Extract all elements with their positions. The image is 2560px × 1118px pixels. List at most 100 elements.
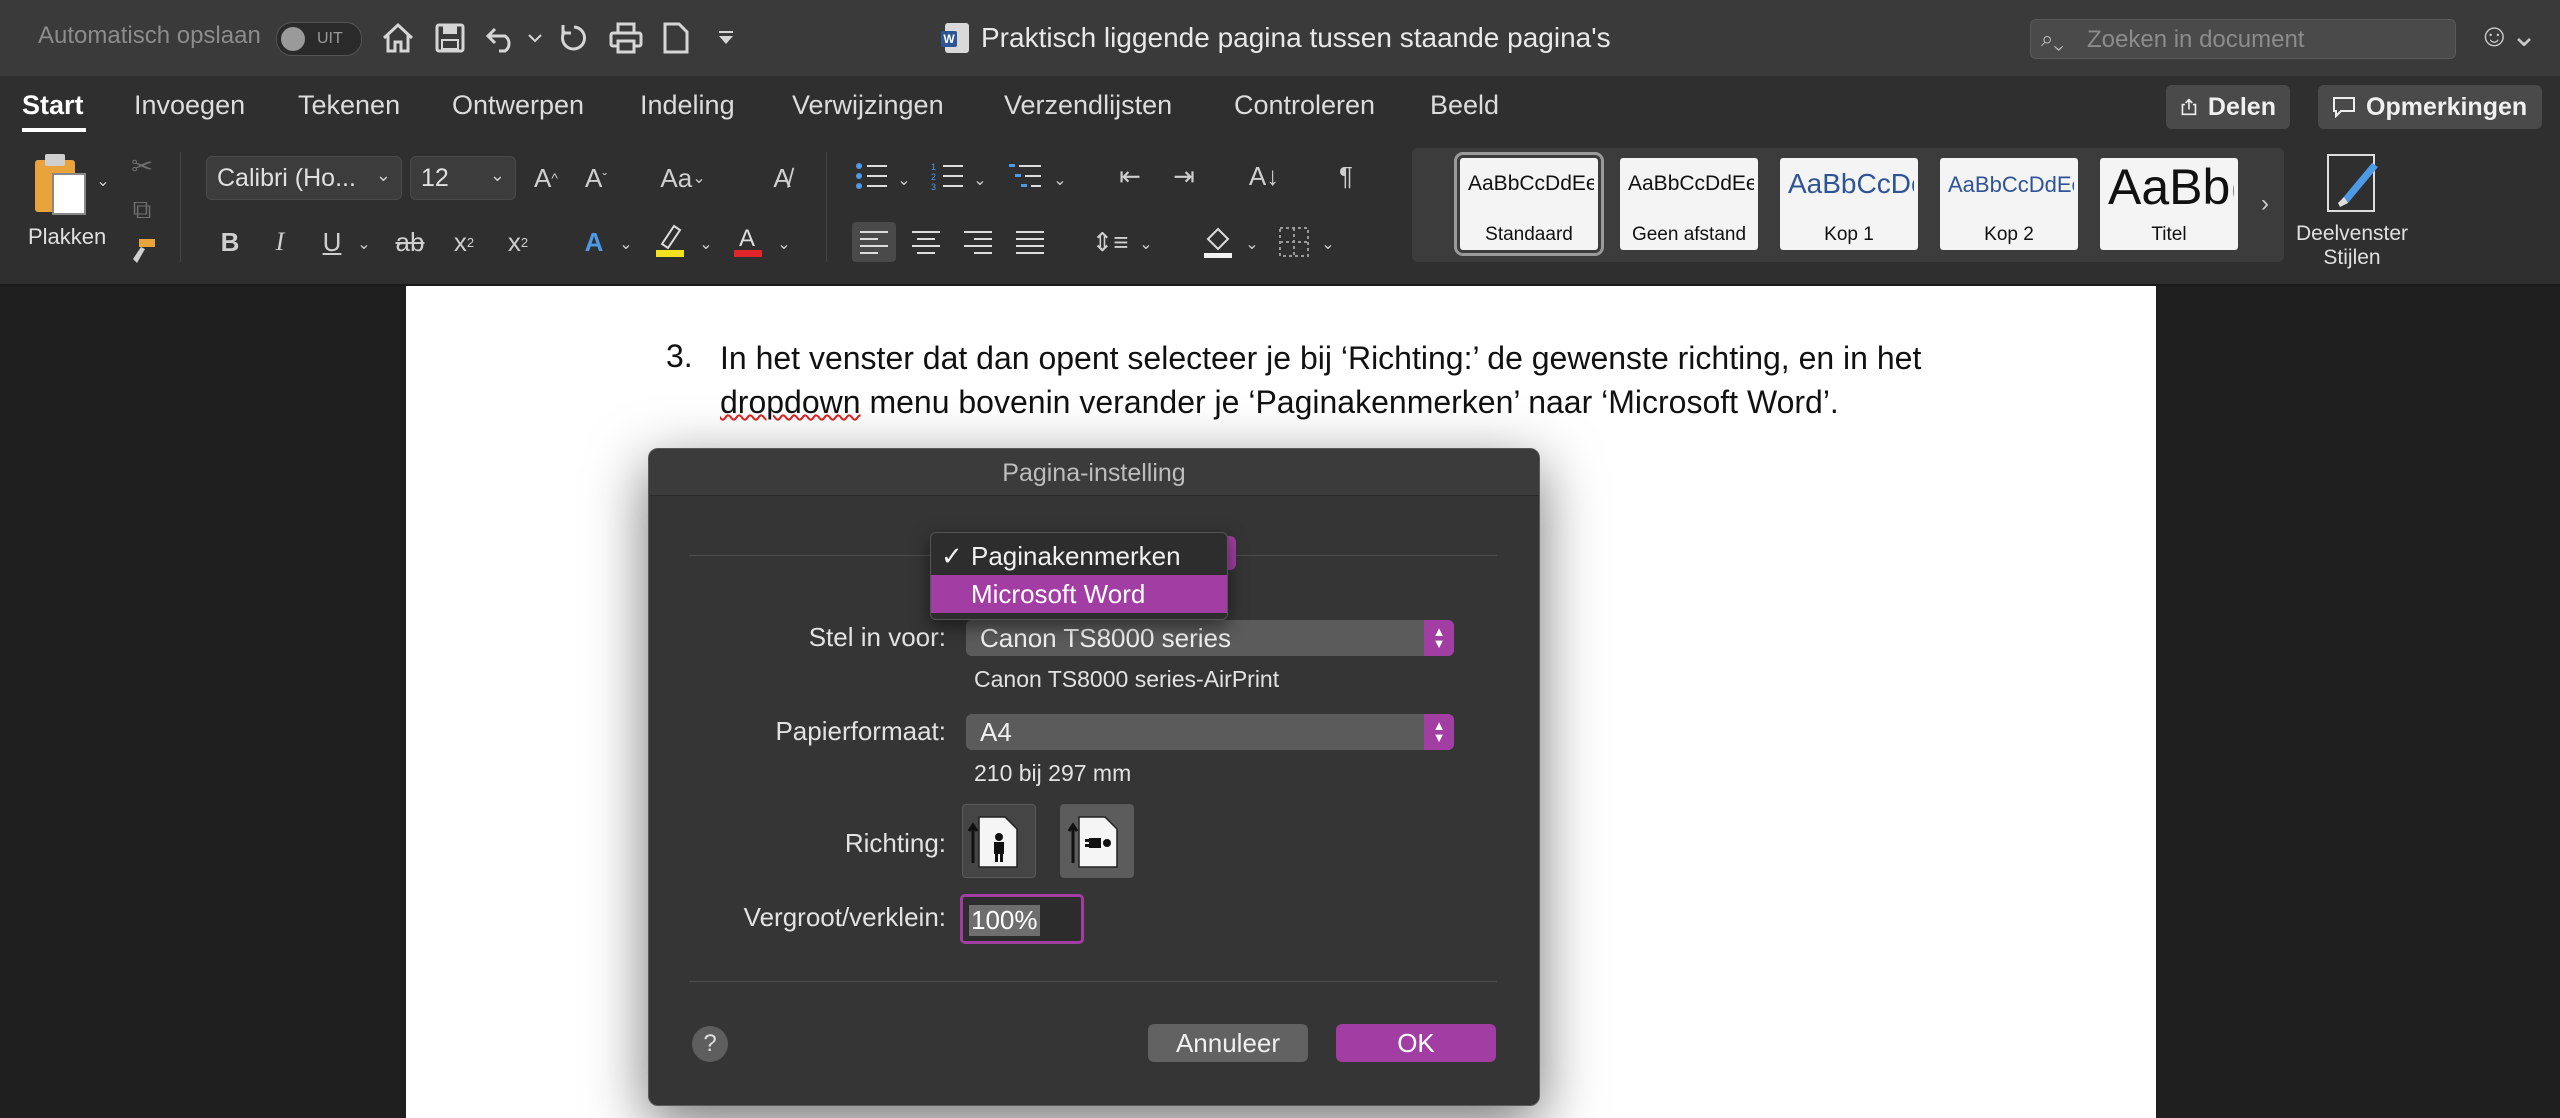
customize-toolbar-icon[interactable] (704, 16, 748, 60)
increase-indent-icon[interactable]: ⇥ (1164, 156, 1204, 196)
shading-options-icon[interactable]: ⌄ (1242, 226, 1262, 262)
print-icon[interactable] (604, 16, 648, 60)
tab-ontwerpen[interactable]: Ontwerpen (452, 90, 584, 121)
format-for-select[interactable]: Canon TS8000 series ▲ ▼ (966, 620, 1454, 656)
share-button[interactable]: Delen (2166, 85, 2290, 129)
cut-icon[interactable]: ✂ (124, 148, 160, 184)
decrease-font-size-icon[interactable]: Aˇ (578, 158, 614, 198)
paste-icon[interactable] (28, 150, 92, 220)
search-field[interactable]: ⌕⌄ Zoeken in document (2030, 19, 2456, 59)
numbering-icon[interactable]: 123 (928, 156, 968, 196)
style-titel[interactable]: AaBb( Titel (2100, 158, 2238, 250)
font-name-select[interactable]: Calibri (Ho... ⌄ (206, 156, 402, 200)
style-kop-2[interactable]: AaBbCcDdEe Kop 2 (1940, 158, 2078, 250)
tab-invoegen[interactable]: Invoegen (134, 90, 245, 121)
tab-start[interactable]: Start (22, 90, 84, 121)
tab-controleren[interactable]: Controleren (1234, 90, 1375, 121)
paper-size-value: A4 (980, 716, 1012, 747)
clear-formatting-icon[interactable]: A̸ (762, 158, 802, 198)
menu-item-paginakenmerken[interactable]: ✓ Paginakenmerken (931, 537, 1227, 575)
subscript-icon[interactable]: x2 (446, 222, 482, 262)
format-for-label: Stel in voor: (808, 622, 946, 652)
superscript-icon[interactable]: x2 (500, 222, 536, 262)
tab-verzendlijsten[interactable]: Verzendlijsten (1004, 90, 1172, 121)
landscape-orientation-button[interactable] (1060, 804, 1134, 878)
home-icon[interactable] (376, 16, 420, 60)
increase-font-size-icon[interactable]: A ^ (528, 158, 564, 198)
undo-dropdown-icon[interactable] (520, 16, 550, 60)
text-effects-options-icon[interactable]: ⌄ (616, 226, 636, 262)
underline-options-icon[interactable]: ⌄ (354, 226, 374, 262)
autosave-label: Automatisch opslaan (38, 22, 261, 49)
highlight-color-icon[interactable] (652, 218, 688, 262)
paste-options-icon[interactable]: ⌄ (92, 170, 114, 192)
align-left-icon[interactable] (852, 222, 896, 262)
tab-verwijzingen[interactable]: Verwijzingen (792, 90, 944, 121)
copy-icon[interactable]: ⧉ (124, 192, 160, 228)
bold-icon[interactable]: B (212, 222, 248, 262)
comments-button[interactable]: Opmerkingen (2318, 85, 2542, 129)
font-size-select[interactable]: 12 ⌄ (410, 156, 516, 200)
decrease-indent-icon[interactable]: ⇤ (1110, 156, 1150, 196)
save-icon[interactable] (428, 16, 472, 60)
sort-icon[interactable]: A↓ (1244, 156, 1284, 196)
highlight-options-icon[interactable]: ⌄ (696, 226, 716, 262)
ribbon-separator (826, 152, 827, 262)
borders-icon[interactable] (1274, 220, 1314, 264)
paper-size-select[interactable]: A4 ▲ ▼ (966, 714, 1454, 750)
font-size-value: 12 (421, 163, 449, 192)
document-paragraph[interactable]: In het venster dat dan opent selecteer j… (720, 336, 2020, 424)
styles-pane-icon[interactable] (2322, 150, 2386, 216)
style-kop-1[interactable]: AaBbCcDc Kop 1 (1780, 158, 1918, 250)
font-color-options-icon[interactable]: ⌄ (774, 226, 794, 262)
portrait-orientation-icon (967, 816, 1018, 868)
style-standaard[interactable]: AaBbCcDdEe Standaard (1454, 152, 1604, 256)
numbering-options-icon[interactable]: ⌄ (970, 162, 990, 198)
justify-icon[interactable] (1010, 222, 1050, 262)
cancel-button[interactable]: Annuleer (1148, 1024, 1308, 1062)
bullets-icon[interactable] (852, 156, 892, 196)
svg-text:3: 3 (931, 182, 936, 190)
autosave-toggle[interactable]: UIT (276, 22, 362, 56)
text-effects-icon[interactable]: A (576, 222, 612, 262)
line-spacing-icon[interactable]: ⇕≡ (1090, 222, 1130, 262)
tab-tekenen[interactable]: Tekenen (298, 90, 400, 121)
format-painter-icon[interactable] (124, 234, 160, 270)
share-icon (2181, 98, 2197, 116)
help-button[interactable]: ? (692, 1026, 728, 1062)
underline-icon[interactable]: U (314, 222, 350, 262)
shading-icon[interactable] (1198, 220, 1238, 264)
ok-button[interactable]: OK (1336, 1024, 1496, 1062)
scale-input[interactable]: 100% (960, 894, 1084, 944)
italic-icon[interactable]: I (262, 222, 298, 262)
svg-text:A: A (739, 225, 755, 252)
undo-icon[interactable] (480, 16, 524, 60)
new-document-icon[interactable] (654, 16, 698, 60)
ribbon-separator (180, 152, 181, 262)
chevron-right-icon[interactable]: › (2250, 186, 2280, 222)
borders-options-icon[interactable]: ⌄ (1318, 226, 1338, 262)
line-spacing-options-icon[interactable]: ⌄ (1136, 226, 1156, 262)
multilevel-options-icon[interactable]: ⌄ (1050, 162, 1070, 198)
styles-pane-label[interactable]: Deelvenster Stijlen (2290, 222, 2414, 270)
redo-icon[interactable] (552, 16, 596, 60)
format-for-value: Canon TS8000 series (980, 622, 1232, 653)
change-case-icon[interactable]: Aa ⌄ (656, 158, 710, 198)
tab-indeling[interactable]: Indeling (640, 90, 735, 121)
feedback-smiley-icon[interactable]: ☺⌄ (2478, 16, 2537, 54)
align-right-icon[interactable] (958, 222, 998, 262)
bullets-options-icon[interactable]: ⌄ (894, 162, 914, 198)
menu-item-microsoft-word[interactable]: Microsoft Word (931, 575, 1227, 613)
comment-icon (2333, 97, 2355, 118)
multilevel-list-icon[interactable] (1006, 156, 1046, 196)
style-sample: AaBbCcDc (1788, 168, 1914, 199)
chevron-down-icon: ⌄ (375, 165, 391, 185)
font-color-icon[interactable]: A (730, 218, 766, 262)
stepper-icon: ▲ ▼ (1424, 620, 1454, 656)
strikethrough-icon[interactable]: ab (392, 222, 428, 262)
show-formatting-marks-icon[interactable]: ¶ (1326, 156, 1366, 196)
portrait-orientation-button[interactable] (962, 804, 1036, 878)
tab-beeld[interactable]: Beeld (1430, 90, 1499, 121)
style-geen-afstand[interactable]: AaBbCcDdEe Geen afstand (1620, 158, 1758, 250)
align-center-icon[interactable] (906, 222, 946, 262)
